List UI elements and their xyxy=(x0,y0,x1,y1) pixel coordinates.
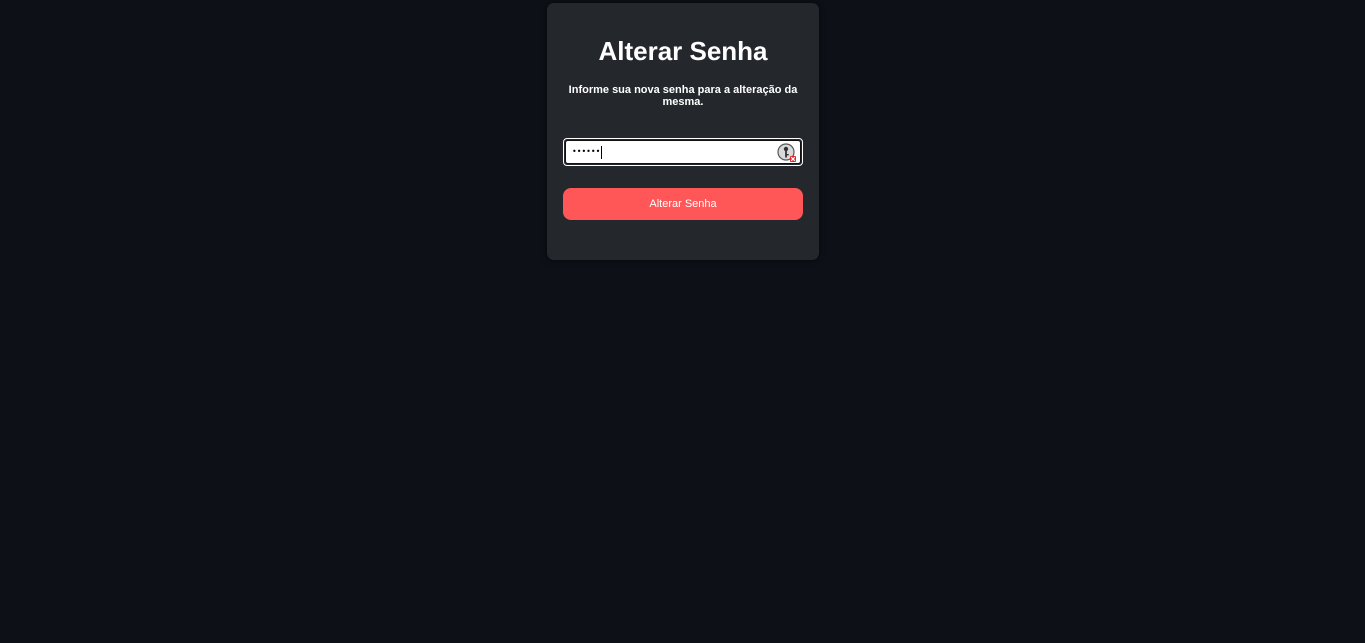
text-caret xyxy=(601,145,603,159)
form-description: Informe sua nova senha para a alteração … xyxy=(568,84,798,108)
new-password-input[interactable]: •••••• xyxy=(565,140,801,164)
password-manager-key-icon[interactable] xyxy=(777,143,797,163)
change-password-button[interactable]: Alterar Senha xyxy=(563,188,803,220)
page-title: Alterar Senha xyxy=(598,36,768,66)
password-masked-value: •••••• xyxy=(572,147,601,156)
change-password-card: Alterar Senha Informe sua nova senha par… xyxy=(547,3,819,260)
password-field-focus-ring: •••••• xyxy=(563,138,803,166)
